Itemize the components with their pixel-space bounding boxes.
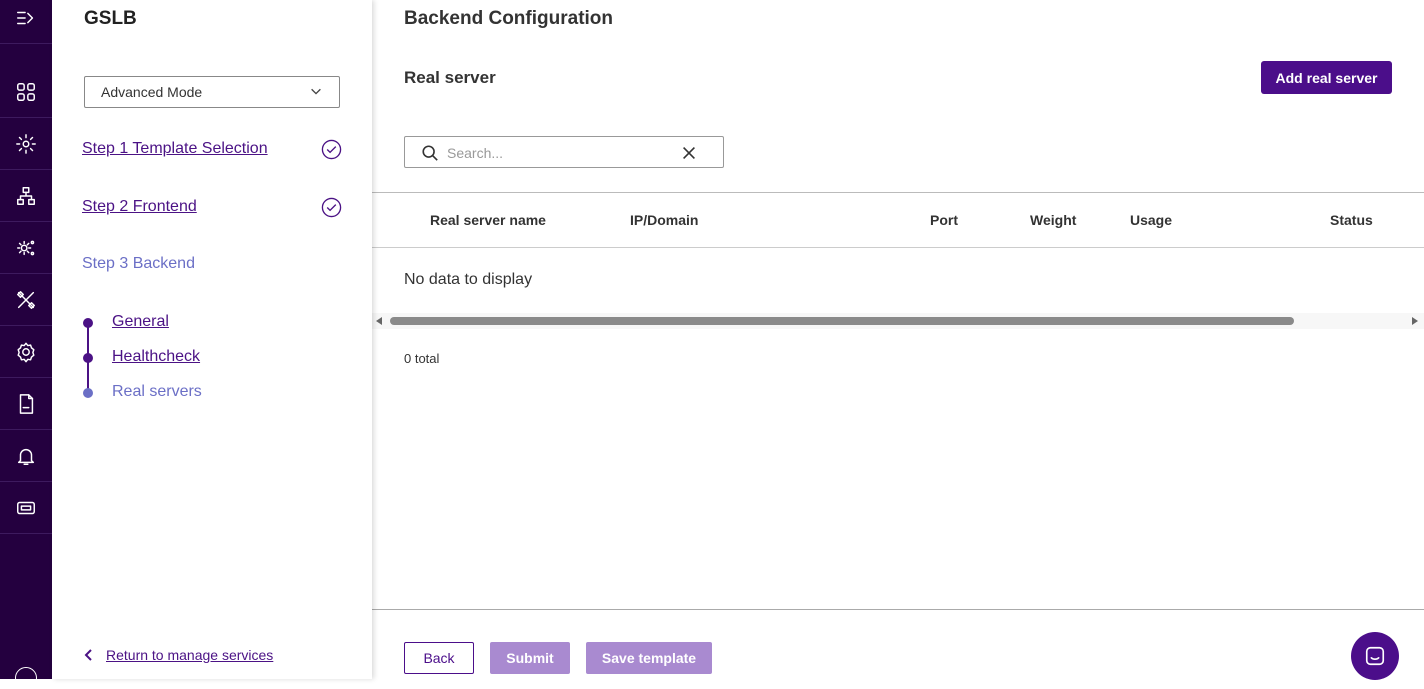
- substep-dot: [83, 388, 93, 398]
- log-file-icon[interactable]: [0, 378, 52, 430]
- expand-menu-icon[interactable]: [0, 0, 52, 44]
- services-gear-icon[interactable]: [0, 118, 52, 170]
- substep-real-servers[interactable]: Real servers: [112, 383, 202, 401]
- empty-message: No data to display: [404, 271, 533, 288]
- submit-button[interactable]: Submit: [490, 642, 570, 674]
- wizard-panel: GSLB Advanced Mode Step 1 Template Selec…: [52, 0, 372, 679]
- topology-icon[interactable]: [0, 170, 52, 222]
- column-header[interactable]: Usage: [1130, 212, 1172, 228]
- main-content: Backend Configuration Real server Add re…: [372, 0, 1424, 680]
- table-header: Real server name IP/Domain Port Weight U…: [372, 192, 1424, 248]
- column-header[interactable]: Port: [930, 212, 958, 228]
- settings-icon[interactable]: [0, 326, 52, 378]
- scrollbar-thumb[interactable]: [390, 317, 1294, 325]
- return-link[interactable]: Return to manage services: [82, 647, 273, 663]
- chevron-down-icon: [309, 84, 323, 101]
- chat-launcher-button[interactable]: [1351, 632, 1399, 680]
- horizontal-scrollbar[interactable]: [372, 313, 1424, 329]
- footer-divider: [372, 609, 1424, 610]
- save-template-button[interactable]: Save template: [586, 642, 712, 674]
- column-header[interactable]: IP/Domain: [630, 212, 698, 228]
- config-gear-icon[interactable]: [0, 222, 52, 274]
- total-count: 0 total: [404, 351, 440, 366]
- chat-icon: [1365, 646, 1385, 666]
- page-title: Backend Configuration: [404, 8, 614, 29]
- section-title: Real server: [404, 68, 496, 87]
- ticket-icon[interactable]: [0, 482, 52, 534]
- check-circle-icon: [321, 197, 342, 218]
- close-icon[interactable]: [680, 144, 698, 162]
- substep-dot: [83, 318, 93, 328]
- back-button[interactable]: Back: [404, 642, 474, 674]
- column-header[interactable]: Weight: [1030, 212, 1076, 228]
- tools-icon[interactable]: [0, 274, 52, 326]
- step-backend[interactable]: Step 3 Backend: [82, 255, 195, 273]
- info-icon[interactable]: [15, 667, 37, 689]
- scroll-left-icon[interactable]: [376, 317, 382, 325]
- substep-healthcheck[interactable]: Healthcheck: [112, 348, 200, 366]
- return-link-label: Return to manage services: [106, 647, 274, 663]
- chevron-left-icon: [84, 649, 92, 661]
- mode-select[interactable]: Advanced Mode: [84, 76, 340, 108]
- substep-dot: [83, 353, 93, 363]
- column-header[interactable]: Real server name: [430, 212, 546, 228]
- mode-select-value: Advanced Mode: [101, 84, 203, 100]
- add-real-server-button[interactable]: Add real server: [1261, 61, 1392, 94]
- search-box: [404, 136, 724, 168]
- icon-rail: [0, 0, 52, 689]
- column-header[interactable]: Status: [1330, 212, 1373, 228]
- dashboard-icon[interactable]: [0, 66, 52, 118]
- search-icon: [421, 144, 439, 162]
- substep-general[interactable]: General: [112, 313, 169, 331]
- scroll-right-icon[interactable]: [1412, 317, 1418, 325]
- check-circle-icon: [321, 139, 342, 160]
- notifications-bell-icon[interactable]: [0, 430, 52, 482]
- step-template-selection[interactable]: Step 1 Template Selection: [82, 140, 268, 158]
- search-input[interactable]: [445, 141, 669, 165]
- app-title: GSLB: [84, 8, 137, 29]
- step-frontend[interactable]: Step 2 Frontend: [82, 198, 197, 216]
